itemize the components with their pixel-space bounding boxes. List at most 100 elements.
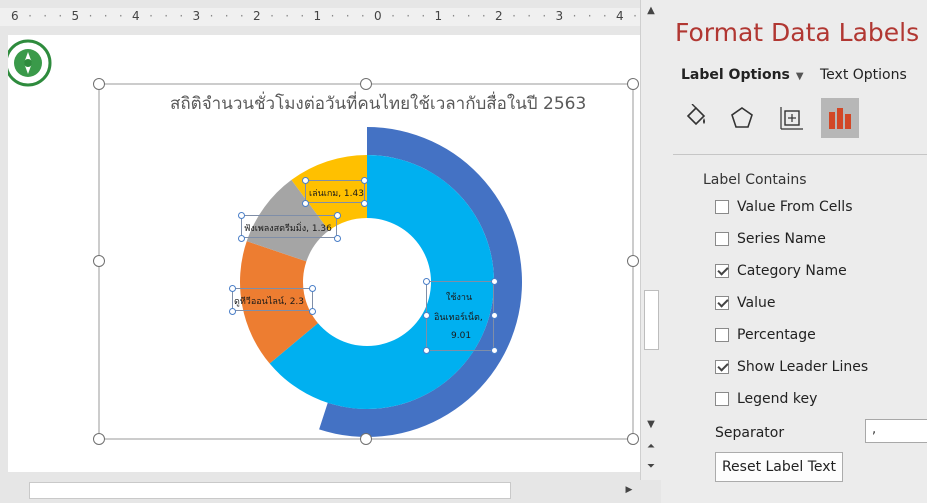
chart-resize-handle-ml[interactable] [93, 255, 105, 267]
checkbox[interactable] [715, 392, 729, 406]
ruler-tick: · [239, 9, 244, 23]
ruler-tick: · [58, 9, 63, 23]
ruler-tick: · [300, 9, 305, 23]
scroll-down-arrow-icon[interactable]: ▼ [641, 418, 661, 432]
label-handle[interactable] [334, 212, 341, 219]
label-options-chart-button[interactable] [821, 98, 859, 138]
ruler-number: 0 [374, 9, 382, 23]
option-category-name[interactable]: Category Name [715, 261, 847, 281]
ruler-tick: · [512, 9, 516, 23]
data-label-internet-line2: อินเทอร์เน็ต, [434, 313, 483, 323]
checkbox[interactable] [715, 200, 729, 214]
scroll-up-arrow-icon[interactable]: ▲ [641, 4, 661, 18]
ruler-tick: · [270, 9, 274, 23]
label-handle[interactable] [229, 285, 236, 292]
label-handle[interactable] [309, 308, 316, 315]
label-handle[interactable] [361, 200, 368, 207]
label-handle[interactable] [361, 177, 368, 184]
chart-resize-handle-mr[interactable] [627, 255, 639, 267]
chart-title: สถิติจำนวนชั่วโมงต่อวันที่คนไทยใช้เวลากั… [170, 94, 587, 114]
horizontal-ruler: 6 · · · 5 · · · 4 · · · 3 · · · 2 · · · 1 · · · 0 · · · 1 · · · 2 · · · 3 · · ·… [0, 0, 640, 26]
label-handle[interactable] [491, 312, 498, 319]
ruler-tick: · [572, 9, 577, 23]
ruler-tick: · [360, 9, 365, 23]
pane-divider [673, 154, 927, 155]
option-legend-key[interactable]: Legend key [715, 389, 817, 409]
label-handle[interactable] [491, 278, 498, 285]
ruler-tick: · [43, 9, 48, 23]
slide-canvas[interactable]: สถิติจำนวนชั่วโมงต่อวันที่คนไทยใช้เวลากั… [8, 35, 640, 472]
chart-resize-handle-br[interactable] [627, 433, 639, 445]
label-handle[interactable] [302, 200, 309, 207]
label-handle[interactable] [423, 347, 430, 354]
option-label: Series Name [737, 231, 826, 247]
ruler-tick: · [149, 9, 153, 23]
ruler-number: 2 [253, 9, 261, 23]
checkbox[interactable] [715, 296, 729, 310]
ruler-number: 2 [495, 9, 503, 23]
separator-dropdown[interactable]: , [865, 419, 927, 443]
option-percentage[interactable]: Percentage [715, 325, 816, 345]
label-handle[interactable] [491, 347, 498, 354]
checkbox[interactable] [715, 264, 729, 278]
ruler-tick: · [466, 9, 471, 23]
vertical-scrollbar[interactable]: ▲ ▼ ⏶ ⏷ [640, 0, 661, 480]
ruler-tick: · [481, 9, 486, 23]
chart-resize-handle-tr[interactable] [627, 78, 639, 90]
size-properties-icon [780, 107, 803, 130]
label-handle[interactable] [302, 177, 309, 184]
size-properties-button[interactable] [773, 98, 811, 138]
option-label: Legend key [737, 391, 818, 407]
data-label-tv: ดูทีวีออนไลน์, 2.3 [234, 297, 305, 307]
option-value-from-cells[interactable]: Value From Cells [715, 197, 853, 217]
ruler-tick: · [224, 9, 229, 23]
ruler-tick: · [391, 9, 395, 23]
label-handle[interactable] [229, 308, 236, 315]
chart-resize-handle-bl[interactable] [93, 433, 105, 445]
next-slide-icon[interactable]: ⏷ [641, 460, 661, 474]
vertical-scroll-thumb[interactable] [644, 290, 659, 350]
ruler-tick: · [451, 9, 456, 23]
data-label-internet-line3: 9.01 [451, 331, 472, 341]
checkbox[interactable] [715, 232, 729, 246]
ruler-tick: · [542, 9, 547, 23]
tab-text-options[interactable]: Text Options [820, 67, 907, 83]
chart-resize-handle-tl[interactable] [93, 78, 105, 90]
option-value[interactable]: Value [715, 293, 775, 313]
checkbox[interactable] [715, 328, 729, 342]
chart-resize-handle-bm[interactable] [360, 433, 372, 445]
horizontal-scrollbar[interactable]: ▶ [0, 479, 640, 503]
ruler-tick: · [164, 9, 169, 23]
paint-bucket-icon [686, 104, 706, 126]
label-handle[interactable] [238, 235, 245, 242]
option-label: Category Name [737, 263, 847, 279]
pentagon-icon [731, 107, 753, 128]
data-label-game: เล่นเกม, 1.43 [309, 189, 364, 199]
option-show-leader-lines[interactable]: Show Leader Lines [715, 357, 868, 377]
option-series-name[interactable]: Series Name [715, 229, 826, 249]
chart-resize-handle-tm[interactable] [360, 78, 372, 90]
data-label-internet-line1: ใช้งาน [446, 293, 473, 303]
ruler-number: 4 [616, 9, 624, 23]
label-handle[interactable] [423, 278, 430, 285]
pane-title: Format Data Labels [675, 18, 920, 47]
ruler-tick: · [179, 9, 184, 23]
ruler-tick: · [285, 9, 290, 23]
effects-button[interactable] [723, 98, 761, 138]
ruler-number: 4 [132, 9, 140, 23]
label-contains-heading: Label Contains [703, 172, 807, 188]
scroll-right-arrow-icon[interactable]: ▶ [622, 482, 636, 498]
label-handle[interactable] [309, 285, 316, 292]
fill-line-button[interactable] [677, 98, 715, 138]
previous-slide-icon[interactable]: ⏶ [641, 440, 661, 454]
horizontal-scroll-thumb[interactable] [29, 482, 511, 499]
label-handle[interactable] [334, 235, 341, 242]
label-handle[interactable] [238, 212, 245, 219]
ruler-tick: · [88, 9, 93, 23]
checkbox[interactable] [715, 360, 729, 374]
label-handle[interactable] [423, 312, 430, 319]
ruler-tick: · [330, 9, 335, 23]
reset-label-text-button[interactable]: Reset Label Text [715, 452, 843, 482]
ruler-tick: · [103, 9, 108, 23]
tab-label-options[interactable]: Label Options ▼ [681, 67, 804, 83]
